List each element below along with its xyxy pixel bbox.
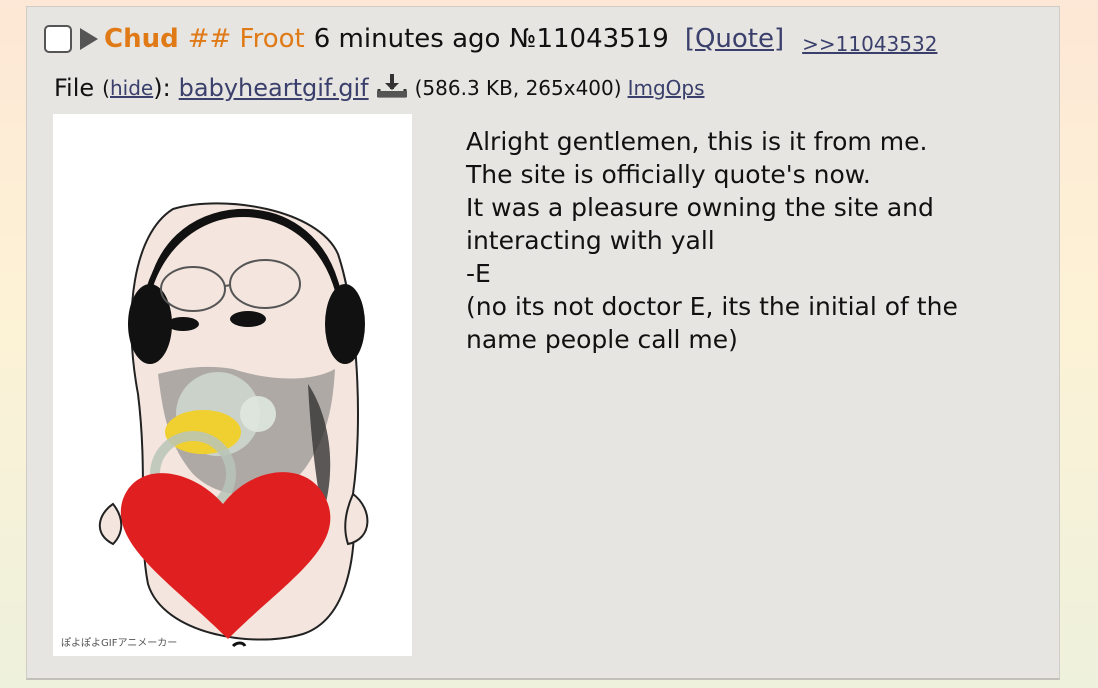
file-close-colon: ):	[153, 74, 171, 102]
file-label: File	[54, 74, 95, 102]
thumbnail-watermark: ぽよぽよGIFアニメーカー	[61, 637, 177, 649]
file-open-paren: (	[102, 76, 110, 100]
message-line: interacting with yall	[466, 226, 715, 255]
message-line: It was a pleasure owning the site and	[466, 193, 934, 222]
imgops-link[interactable]: ImgOps	[628, 76, 705, 100]
post-container: Chud ## Froot 6 minutes ago №11043519 [Q…	[26, 6, 1060, 680]
file-thumbnail[interactable]: ぽよぽよGIFアニメーカー	[53, 114, 412, 656]
message-line: (no its not doctor E, its the initial of…	[466, 292, 958, 321]
message-line: Alright gentlemen, this is it from me.	[466, 127, 928, 156]
file-name-link[interactable]: babyheartgif.gif	[179, 74, 369, 102]
file-info: File ( hide ): babyheartgif.gif (586.3 K…	[54, 71, 705, 105]
message-line: -E	[466, 259, 491, 288]
poster-name: Chud	[104, 24, 179, 54]
hide-file-link[interactable]: hide	[110, 76, 153, 100]
message-line: The site is officially quote's now.	[466, 160, 871, 189]
reply-backlink[interactable]: >>11043532	[802, 32, 937, 56]
post-message: Alright gentlemen, this is it from me. T…	[466, 125, 1026, 356]
poster-tripcode: ## Froot	[187, 24, 305, 54]
file-meta: (586.3 KB, 265x400)	[414, 76, 622, 100]
message-line: name people call me)	[466, 325, 738, 354]
quote-link[interactable]: [Quote]	[685, 24, 784, 54]
post-number[interactable]: №11043519	[509, 24, 668, 54]
post-time: 6 minutes ago	[313, 24, 501, 54]
download-icon[interactable]	[375, 71, 409, 105]
post-select-checkbox[interactable]	[44, 25, 72, 53]
post-menu-triangle-icon[interactable]	[80, 28, 98, 50]
post-header: Chud ## Froot 6 minutes ago №11043519 [Q…	[44, 21, 937, 57]
